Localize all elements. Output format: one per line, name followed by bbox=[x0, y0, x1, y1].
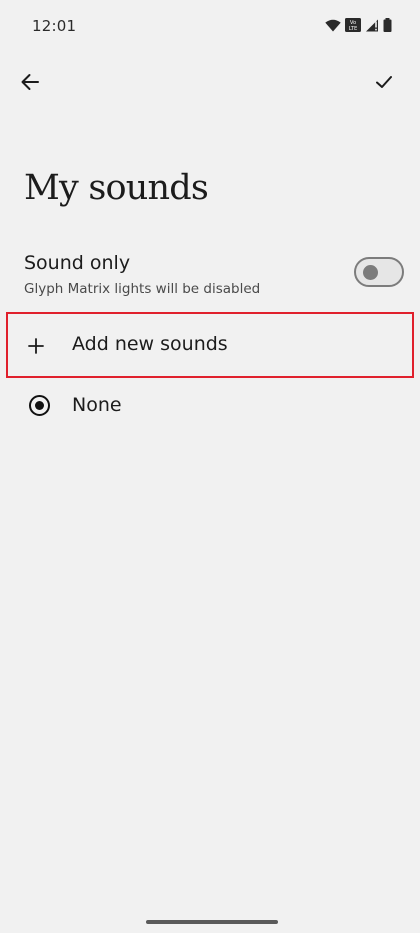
sound-only-subtitle: Glyph Matrix lights will be disabled bbox=[24, 281, 261, 297]
battery-icon bbox=[383, 18, 392, 32]
confirm-button[interactable] bbox=[366, 64, 402, 100]
volte-icon: Vo LTE bbox=[345, 18, 361, 32]
sound-only-title: Sound only bbox=[24, 252, 131, 274]
status-bar: 12:01 Vo LTE bbox=[0, 0, 420, 52]
sound-option-label: None bbox=[72, 394, 122, 416]
arrow-left-icon bbox=[19, 71, 41, 93]
checkmark-icon bbox=[374, 72, 394, 92]
sound-option-none[interactable]: None bbox=[0, 384, 420, 428]
page-title: My sounds bbox=[24, 168, 209, 208]
radio-dot bbox=[34, 400, 44, 410]
toggle-knob bbox=[363, 265, 378, 280]
radio-selected-icon[interactable] bbox=[29, 395, 50, 416]
add-new-sounds-label: Add new sounds bbox=[72, 333, 228, 355]
volte-text-bottom: LTE bbox=[349, 26, 358, 32]
add-new-sounds-button[interactable]: Add new sounds bbox=[6, 312, 414, 378]
signal-icon bbox=[365, 19, 379, 32]
status-icons: Vo LTE bbox=[325, 18, 392, 32]
gesture-nav-handle[interactable] bbox=[146, 920, 278, 924]
top-bar bbox=[0, 62, 420, 102]
sound-only-setting: Sound only Glyph Matrix lights will be d… bbox=[0, 246, 420, 304]
sound-only-toggle[interactable] bbox=[354, 257, 404, 287]
back-button[interactable] bbox=[12, 64, 48, 100]
plus-icon bbox=[24, 334, 48, 358]
wifi-icon bbox=[325, 19, 341, 32]
status-time: 12:01 bbox=[32, 17, 77, 35]
